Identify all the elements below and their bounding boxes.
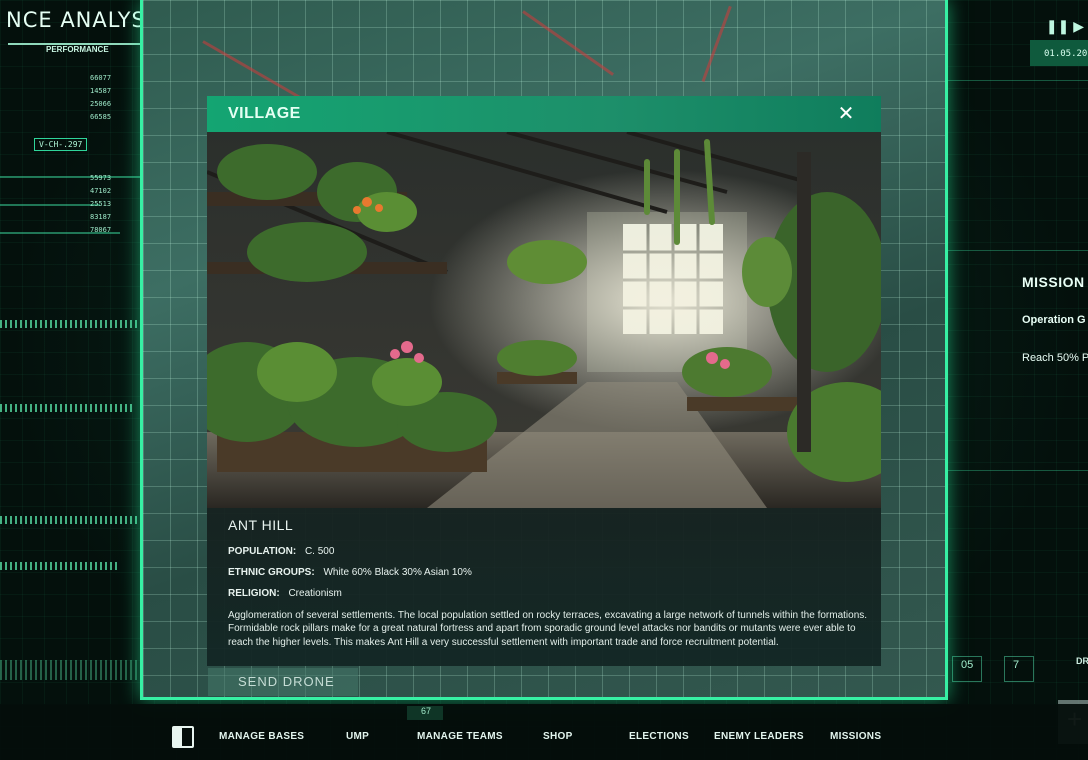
village-description: Agglomeration of several settlements. Th… bbox=[228, 610, 868, 648]
counter-display: 67 bbox=[407, 706, 443, 720]
media-controls[interactable]: ❚❚ ▶ bbox=[1046, 18, 1084, 35]
ethnic-groups-value: White 60% Black 30% Asian 10% bbox=[323, 567, 472, 578]
village-info-panel: ANT HILL POPULATION: C. 500 ETHNIC GROUP… bbox=[207, 508, 881, 666]
religion-row: RELIGION: Creationism bbox=[228, 588, 342, 599]
village-image bbox=[207, 132, 881, 508]
play-icon[interactable]: ▶ bbox=[1073, 18, 1084, 34]
place-name: ANT HILL bbox=[228, 517, 294, 533]
greenhouse-illustration bbox=[207, 132, 881, 508]
counter-box: 05 bbox=[952, 656, 982, 682]
map-route-line bbox=[522, 10, 614, 76]
population-label: POPULATION: bbox=[228, 546, 297, 557]
barcode-strip bbox=[0, 516, 140, 524]
village-modal: VILLAGE ✕ ANT HILL POPULATION: C. 500 ET… bbox=[207, 96, 881, 666]
nav-elections[interactable]: ELECTIONS bbox=[629, 731, 689, 742]
religion-value: Creationism bbox=[288, 588, 342, 599]
nav-manage-bases[interactable]: MANAGE BASES bbox=[219, 731, 304, 742]
nav-manage-teams[interactable]: MANAGE TEAMS bbox=[417, 731, 503, 742]
date-display: 01.05.201 bbox=[1030, 40, 1088, 66]
map-route-line bbox=[701, 5, 732, 83]
nav-missions[interactable]: MISSIONS bbox=[830, 731, 881, 742]
mission-operation[interactable]: Operation G Lucas bbox=[1022, 313, 1088, 327]
side-label: DR bbox=[1076, 656, 1088, 666]
modal-title: VILLAGE bbox=[228, 105, 301, 122]
population-row: POPULATION: C. 500 bbox=[228, 546, 334, 557]
channel-badge: V-CH-.297 bbox=[34, 138, 88, 151]
divider bbox=[0, 204, 100, 206]
barcode-strip bbox=[0, 660, 140, 680]
map-icon[interactable] bbox=[172, 726, 194, 748]
send-drone-button[interactable]: SEND DRONE bbox=[208, 668, 358, 696]
mission-description: Reach 50% Popularity in Fighter Sect bbox=[1022, 352, 1088, 364]
nav-enemy-leaders[interactable]: ENEMY LEADERS bbox=[714, 731, 804, 742]
mission-title: MISSION bbox=[1022, 274, 1085, 290]
counter-box: 7 bbox=[1004, 656, 1034, 682]
ethnic-groups-label: ETHNIC GROUPS: bbox=[228, 567, 315, 578]
ethnic-groups-row: ETHNIC GROUPS: White 60% Black 30% Asian… bbox=[228, 567, 472, 578]
barcode-strip bbox=[0, 320, 140, 328]
modal-header: VILLAGE ✕ bbox=[207, 96, 881, 132]
barcode-strip bbox=[0, 404, 135, 412]
nav-shop[interactable]: SHOP bbox=[543, 731, 573, 742]
barcode-strip bbox=[0, 562, 120, 570]
pause-icon[interactable]: ❚❚ bbox=[1046, 18, 1069, 34]
nav-ump[interactable]: UMP bbox=[346, 731, 369, 742]
close-icon[interactable]: ✕ bbox=[835, 103, 857, 125]
religion-label: RELIGION: bbox=[228, 588, 280, 599]
performance-label: PERFORMANCE bbox=[46, 45, 109, 54]
population-value: C. 500 bbox=[304, 546, 335, 557]
